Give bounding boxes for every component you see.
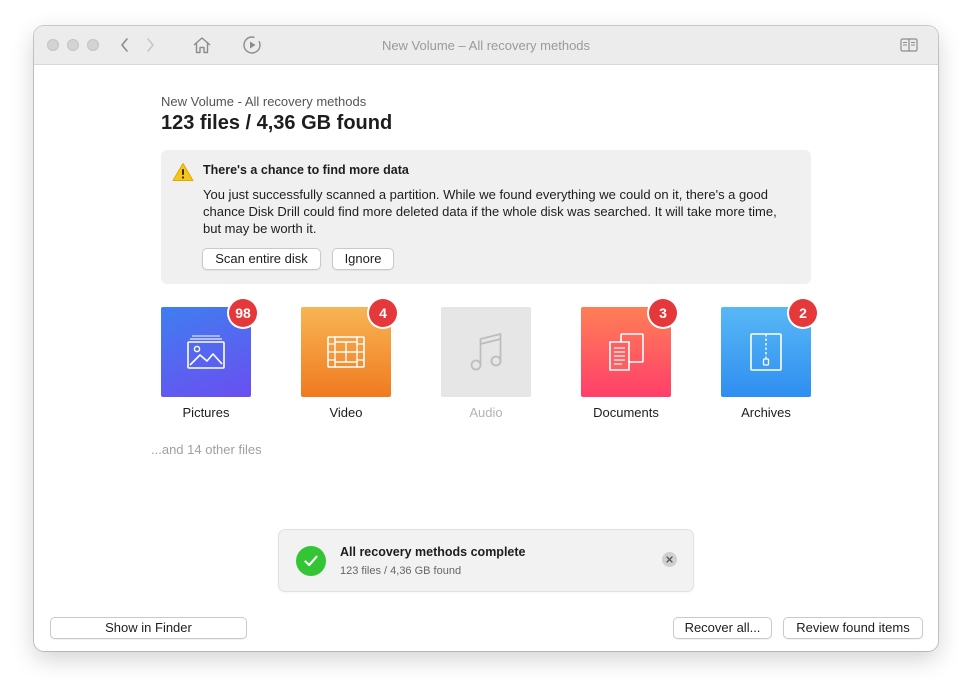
video-count-badge: 4 [369, 299, 397, 327]
show-in-finder-button[interactable]: Show in Finder [50, 617, 247, 639]
close-window-button[interactable] [47, 39, 59, 51]
scan-entire-disk-button[interactable]: Scan entire disk [202, 248, 321, 270]
completion-toast: All recovery methods complete 123 files … [279, 530, 693, 591]
category-label-audio: Audio [469, 405, 503, 420]
more-data-notice: There's a chance to find more data You j… [161, 150, 811, 284]
ignore-button[interactable]: Ignore [332, 248, 394, 270]
review-found-items-button[interactable]: Review found items [783, 617, 923, 639]
back-arrow-icon[interactable] [113, 34, 137, 56]
category-label-pictures: Pictures [182, 405, 230, 420]
warning-icon [172, 162, 194, 187]
app-window: New Volume – All recovery methods New Vo… [34, 26, 938, 651]
film-icon [327, 336, 365, 368]
other-files-link[interactable]: ...and 14 other files [151, 442, 262, 457]
documents-icon [609, 333, 644, 371]
title-bar: New Volume – All recovery methods [34, 26, 938, 65]
category-label-documents: Documents [593, 405, 659, 420]
notice-title: There's a chance to find more data [203, 163, 409, 177]
archives-count-badge: 2 [789, 299, 817, 327]
documents-count-badge: 3 [649, 299, 677, 327]
picture-icon [187, 335, 225, 369]
window-title: New Volume – All recovery methods [381, 38, 591, 53]
recover-all-button[interactable]: Recover all... [673, 617, 772, 639]
page-subtitle: New Volume - All recovery methods [161, 94, 367, 109]
home-icon[interactable] [190, 34, 214, 56]
close-toast-icon[interactable] [662, 552, 677, 567]
toast-subtitle: 123 files / 4,36 GB found [340, 565, 462, 577]
checkmark-icon [296, 546, 326, 576]
zoom-window-button[interactable] [87, 39, 99, 51]
sidebar-toggle-icon[interactable] [897, 34, 921, 56]
page-title: 123 files / 4,36 GB found [161, 112, 393, 134]
toast-title: All recovery methods complete [340, 545, 526, 559]
notice-body: You just successfully scanned a partitio… [203, 187, 777, 236]
music-note-icon [470, 333, 502, 371]
pictures-count-badge: 98 [229, 299, 257, 327]
category-tile-audio [441, 307, 531, 397]
archive-zip-icon [750, 333, 782, 371]
category-label-video: Video [329, 405, 363, 420]
category-label-archives: Archives [741, 405, 791, 420]
recovery-play-icon[interactable] [240, 34, 264, 56]
minimize-window-button[interactable] [67, 39, 79, 51]
forward-arrow-icon[interactable] [138, 34, 162, 56]
